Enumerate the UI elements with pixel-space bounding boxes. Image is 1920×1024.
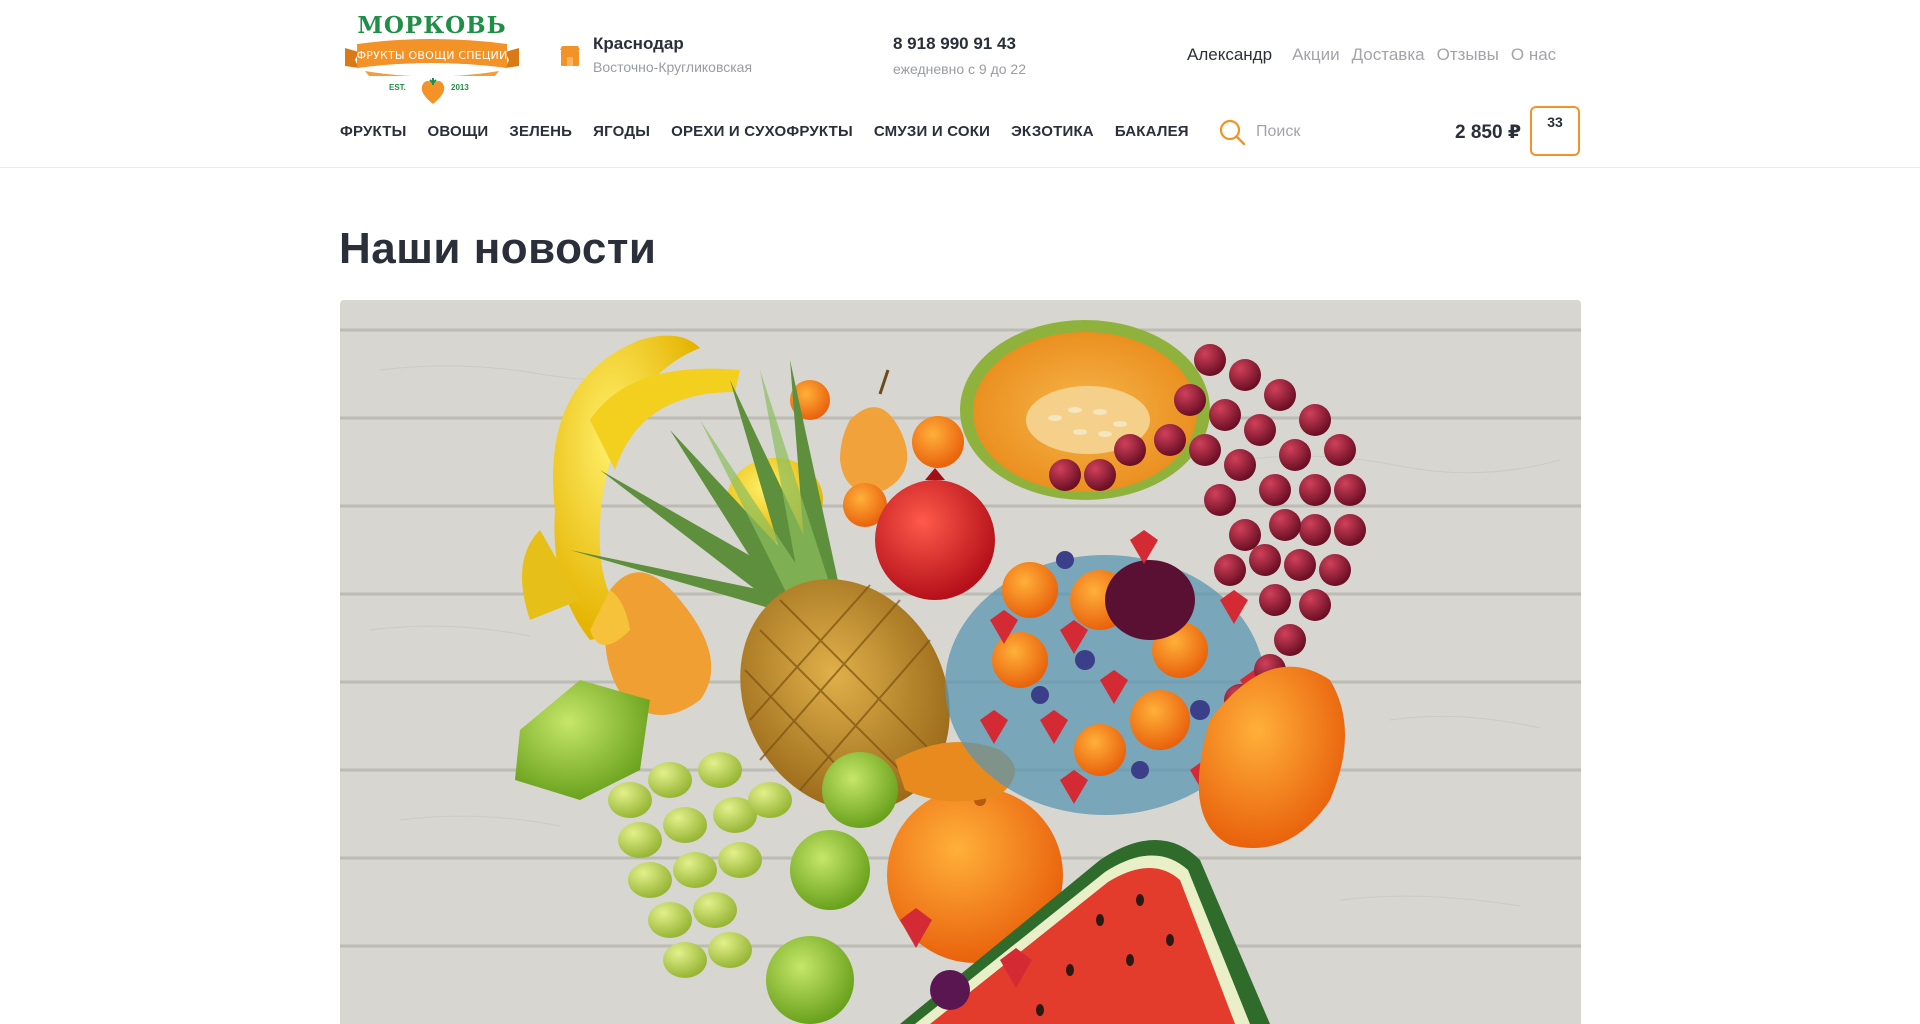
- page-title: Наши новости: [339, 224, 657, 273]
- category-berries[interactable]: ЯГОДЫ: [593, 123, 650, 140]
- search-box: [1218, 116, 1418, 148]
- category-fruits[interactable]: ФРУКТЫ: [340, 123, 407, 140]
- cart-button[interactable]: 33: [1530, 106, 1580, 156]
- top-nav: Александр Акции Доставка Отзывы О нас: [1187, 45, 1568, 65]
- top-link-reviews[interactable]: Отзывы: [1437, 45, 1499, 65]
- category-smoothies-juices[interactable]: СМУЗИ И СОКИ: [874, 123, 990, 140]
- phone-number[interactable]: 8 918 990 91 43: [893, 34, 1026, 54]
- carrot-heart-icon: [421, 78, 445, 104]
- fruit-heart-illustration: [340, 300, 1581, 1024]
- store-icon: [560, 46, 580, 66]
- top-link-delivery[interactable]: Доставка: [1352, 45, 1425, 65]
- category-vegetables[interactable]: ОВОЩИ: [428, 123, 489, 140]
- news-hero-image[interactable]: [340, 300, 1581, 1024]
- site-header: МОРКОВЬ ФРУКТЫ ОВОЩИ СПЕЦИИ EST. 2013 Кр…: [0, 0, 1920, 168]
- search-icon[interactable]: [1218, 118, 1246, 146]
- top-link-about[interactable]: О нас: [1511, 45, 1556, 65]
- category-grocery[interactable]: БАКАЛЕЯ: [1115, 123, 1189, 140]
- logo-wordmark: МОРКОВЬ: [357, 12, 507, 39]
- logo-tagline: ФРУКТЫ ОВОЩИ СПЕЦИИ: [356, 49, 508, 62]
- top-link-promotions[interactable]: Акции: [1292, 45, 1340, 65]
- logo-est: EST.: [389, 83, 406, 92]
- user-account-link[interactable]: Александр: [1187, 45, 1272, 65]
- city-name: Краснодар: [593, 34, 684, 53]
- cart-count-badge: 33: [1547, 114, 1563, 130]
- logo-year: 2013: [451, 83, 469, 92]
- search-input[interactable]: [1256, 120, 1416, 144]
- working-hours: ежедневно с 9 до 22: [893, 61, 1026, 77]
- store-address: Восточно-Кругликовская: [593, 59, 753, 75]
- logo[interactable]: МОРКОВЬ ФРУКТЫ ОВОЩИ СПЕЦИИ EST. 2013: [339, 12, 525, 104]
- cart-total: 2 850 ₽: [1455, 122, 1522, 143]
- category-greens[interactable]: ЗЕЛЕНЬ: [509, 123, 572, 140]
- category-menu: ФРУКТЫ ОВОЩИ ЗЕЛЕНЬ ЯГОДЫ ОРЕХИ И СУХОФР…: [340, 123, 1210, 140]
- category-exotic[interactable]: ЭКЗОТИКА: [1011, 123, 1094, 140]
- contact-block: 8 918 990 91 43 ежедневно с 9 до 22: [893, 34, 1026, 77]
- category-nuts-dried-fruits[interactable]: ОРЕХИ И СУХОФРУКТЫ: [671, 123, 853, 140]
